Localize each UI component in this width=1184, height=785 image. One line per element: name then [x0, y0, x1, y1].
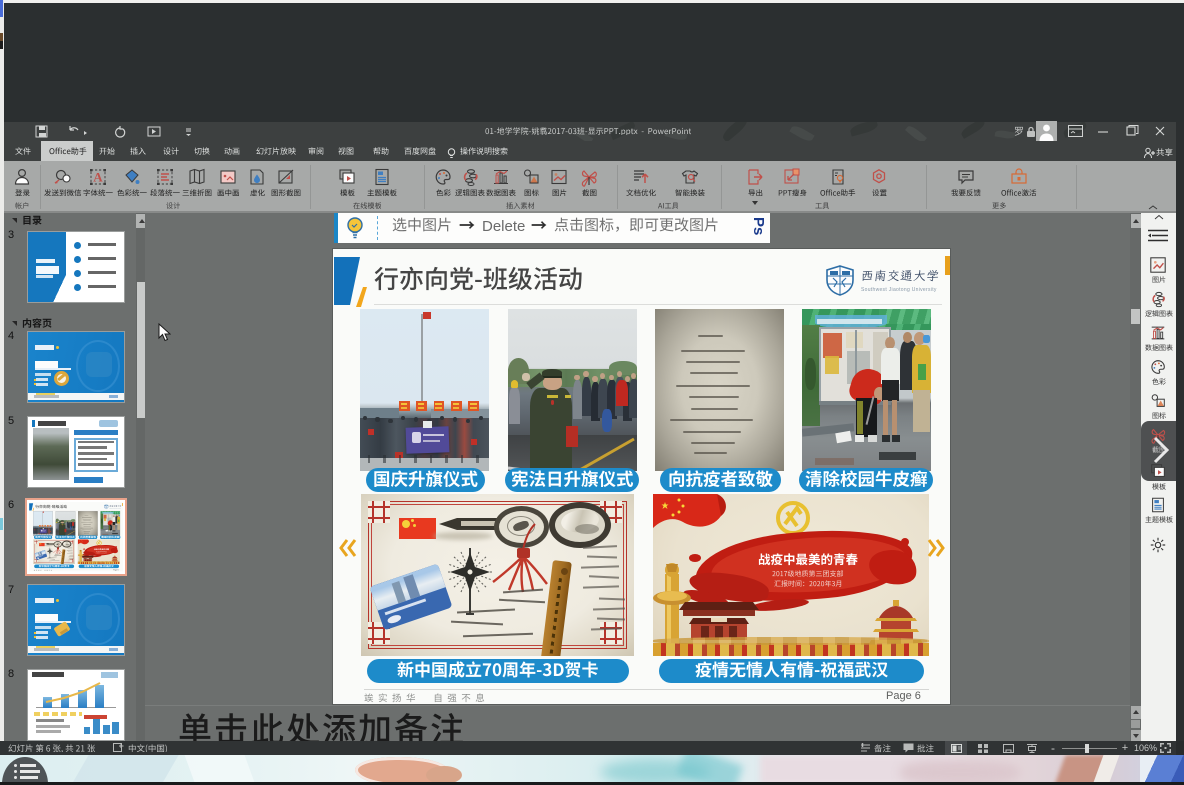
svg-text:Ps: Ps — [750, 217, 767, 235]
svg-text:A: A — [93, 170, 103, 185]
